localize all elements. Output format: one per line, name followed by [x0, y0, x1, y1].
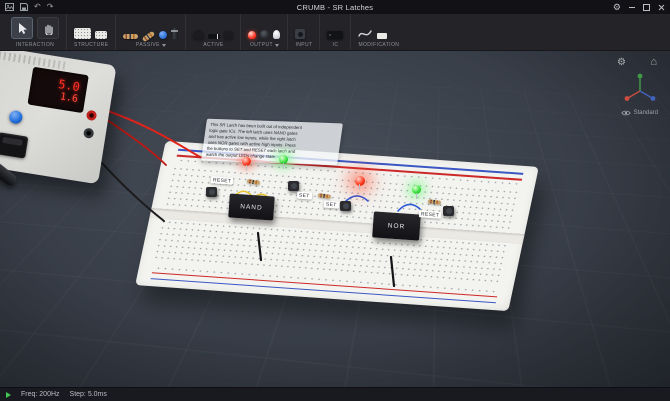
group-label-active: ACTIVE [203, 42, 223, 48]
transistor-icon[interactable] [193, 30, 204, 39]
nor-chip[interactable]: NOR [372, 211, 421, 240]
home-view-icon[interactable]: ⌂ [650, 57, 657, 68]
buzzer-icon[interactable] [260, 30, 269, 39]
screenshot-icon[interactable] [5, 3, 14, 11]
sim-step: Step: 5.0ms [70, 391, 107, 398]
group-label-ic: IC [333, 42, 339, 48]
wire-icon[interactable] [358, 27, 373, 39]
hand-icon [42, 22, 55, 35]
group-label-modification: MODIFICATION [358, 42, 399, 48]
toolbar-group-interaction: INTERACTION [4, 14, 67, 50]
resistor-angled-icon[interactable] [142, 31, 156, 43]
close-button[interactable] [658, 4, 665, 11]
regulator-icon[interactable] [224, 31, 233, 39]
psu-blue-button[interactable] [8, 110, 23, 125]
group-label-interaction: INTERACTION [16, 42, 54, 48]
axis-gizmo[interactable] [622, 71, 658, 107]
tag-set-nor: SET [324, 200, 339, 208]
nand-chip-label: NAND [240, 203, 263, 212]
led-green-nor [412, 185, 421, 194]
toolbar-group-structure: STRUCTURE [67, 14, 116, 50]
group-label-structure: STRUCTURE [74, 42, 108, 48]
settings-gear-icon[interactable]: ⚙ [613, 3, 621, 12]
dropdown-caret-icon[interactable] [162, 44, 166, 47]
cursor-icon [16, 22, 29, 35]
breadboard-small-icon[interactable] [95, 31, 107, 39]
diode-icon[interactable] [208, 34, 220, 39]
redo-icon[interactable]: ↷ [47, 3, 54, 11]
maximize-button[interactable] [643, 4, 650, 11]
pushbutton-reset-nand[interactable] [206, 187, 217, 197]
tag-set-nand: SET [297, 191, 312, 199]
save-icon[interactable] [20, 3, 28, 11]
breadboard[interactable] [135, 141, 539, 311]
psu-display: 5.0 1.6 [27, 67, 88, 113]
ic-chip-icon[interactable] [327, 31, 343, 39]
eye-icon [621, 109, 631, 117]
minimize-button[interactable] [629, 7, 635, 8]
psu-current-readout: 1.6 [59, 91, 79, 105]
led-green-nand [279, 155, 288, 164]
toolbar-group-ic: IC [320, 14, 351, 50]
view-mode-label: Standard [634, 110, 658, 116]
tag-reset-nand: RESET [211, 176, 234, 185]
toolbar-group-passive: PASSIVE [116, 14, 186, 50]
resistor-icon[interactable] [123, 34, 138, 39]
electrolytic-capacitor-icon[interactable] [171, 28, 178, 39]
undo-icon[interactable]: ↶ [34, 3, 41, 11]
component-toolbar: INTERACTION STRUCTURE PASSIVE [0, 14, 670, 51]
nor-chip-label: NOR [388, 222, 406, 230]
titlebar: ↶ ↷ CRUMB - SR Latches ⚙ [0, 0, 670, 14]
group-label-passive: PASSIVE [136, 42, 160, 48]
power-supply[interactable]: 5.0 1.6 [0, 51, 138, 217]
dropdown-caret-icon[interactable] [275, 44, 279, 47]
pushbutton-reset-nor[interactable] [443, 206, 454, 216]
pan-tool-button[interactable] [37, 17, 59, 39]
label-tag-icon[interactable] [377, 33, 387, 39]
viewport-3d[interactable]: 5.0 1.6 This SR Latch has been built out… [0, 51, 670, 387]
psu-negative-jack[interactable] [83, 127, 94, 138]
led-red-nand [242, 157, 251, 166]
app-window: ↶ ↷ CRUMB - SR Latches ⚙ INTERACTION [0, 0, 670, 401]
breadboard-large-icon[interactable] [74, 28, 91, 39]
pushbutton-set-nand[interactable] [288, 181, 299, 191]
select-tool-button[interactable] [11, 17, 33, 39]
toolbar-group-output: OUTPUT [241, 14, 288, 50]
nand-chip[interactable]: NAND [228, 193, 275, 220]
group-label-input: INPUT [295, 42, 312, 48]
ceramic-capacitor-icon[interactable] [159, 31, 167, 39]
window-title: CRUMB - SR Latches [125, 3, 545, 12]
view-mode-selector[interactable]: Standard [621, 109, 658, 117]
led-icon[interactable] [248, 31, 256, 39]
psu-positive-jack[interactable] [86, 110, 97, 121]
play-button[interactable] [6, 392, 11, 398]
pushbutton-icon[interactable] [295, 29, 305, 39]
toolbar-group-input: INPUT [288, 14, 320, 50]
note-box[interactable]: This SR Latch has been built out of inde… [201, 119, 343, 166]
psu-power-switch[interactable] [0, 132, 28, 158]
power-supply-body: 5.0 1.6 [0, 51, 117, 184]
toolbar-group-active: ACTIVE [186, 14, 241, 50]
statusbar: Freq: 200Hz Step: 5.0ms [0, 387, 670, 401]
toolbar-group-modification: MODIFICATION [351, 14, 406, 50]
viewport-settings-gear-icon[interactable]: ⚙ [617, 58, 626, 68]
group-label-output: OUTPUT [250, 42, 273, 48]
led-red-nor [355, 176, 365, 186]
tag-reset-nor: RESET [419, 210, 442, 219]
sim-frequency: Freq: 200Hz [21, 391, 60, 398]
pushbutton-set-nor[interactable] [340, 201, 351, 211]
bulb-icon[interactable] [273, 30, 280, 39]
